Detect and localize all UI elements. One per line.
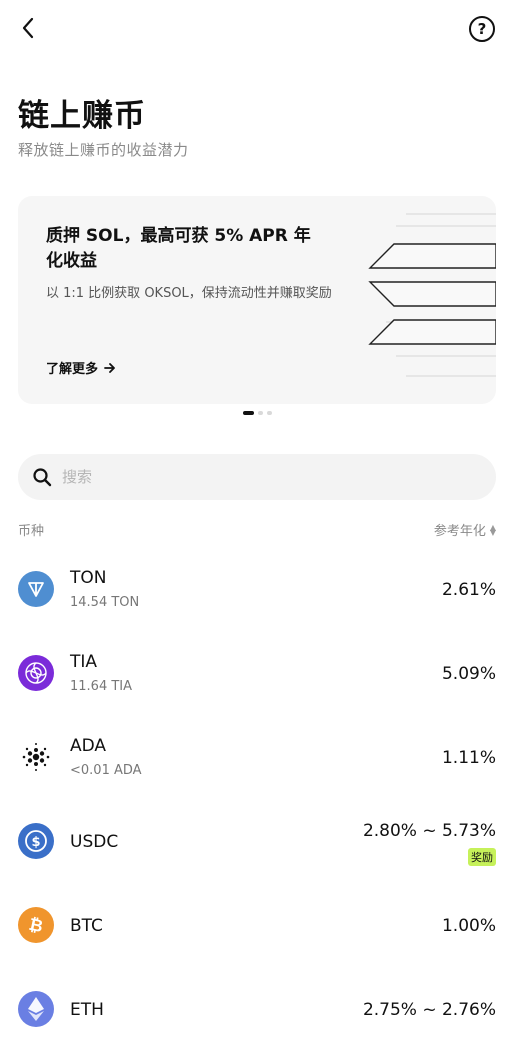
ada-icon: [18, 739, 54, 775]
carousel-dot[interactable]: [258, 411, 263, 415]
coin-apr: 1.00%: [441, 916, 496, 936]
coin-symbol: USDC: [70, 832, 119, 852]
sort-apr-button[interactable]: 参考年化 ▲ ▼: [434, 520, 496, 539]
carousel-dot-active[interactable]: [243, 411, 254, 415]
coin-apr: 1.11%: [441, 748, 496, 768]
arrow-right-icon: [104, 362, 115, 373]
learn-more-label: 了解更多: [46, 362, 99, 377]
help-button[interactable]: ?: [469, 16, 495, 42]
coin-row-ada[interactable]: ADA <0.01 ADA 1.11%: [18, 724, 496, 808]
search-input[interactable]: [62, 468, 462, 486]
top-bar: ?: [0, 0, 514, 60]
question-circle-icon: ?: [477, 19, 487, 38]
search-bar[interactable]: [18, 454, 496, 500]
chevron-left-icon: [22, 17, 34, 39]
sort-icon: ▲ ▼: [489, 522, 496, 537]
coin-apr: 2.80% ~ 5.73%: [362, 821, 496, 841]
learn-more-link[interactable]: 了解更多: [46, 358, 116, 377]
eth-icon: [18, 991, 54, 1027]
coin-row-tia[interactable]: TIA 11.64 TIA 5.09%: [18, 640, 496, 724]
coin-holding: <0.01 ADA: [70, 763, 142, 778]
banner-title: 质押 SOL，最高可获 5% APR 年化收益: [46, 226, 311, 271]
coin-symbol: ADA: [70, 736, 107, 756]
coin-row-usdc[interactable]: $ USDC 2.80% ~ 5.73% 奖励: [18, 808, 496, 892]
coin-holding: 11.64 TIA: [70, 679, 133, 694]
coin-symbol: BTC: [70, 916, 103, 936]
search-icon: [33, 468, 52, 487]
coin-row-btc[interactable]: ₿ BTC 1.00%: [18, 892, 496, 976]
coin-row-ton[interactable]: TON 14.54 TON 2.61%: [18, 556, 496, 640]
coin-apr: 5.09%: [441, 664, 496, 684]
list-header: 币种 参考年化 ▲ ▼: [18, 520, 496, 539]
banner-description: 以 1:1 比例获取 OKSOL，保持流动性并赚取奖励: [46, 286, 332, 301]
page-title: 链上赚币: [18, 98, 146, 134]
coin-holding: 14.54 TON: [70, 595, 140, 610]
coin-symbol: TON: [70, 568, 107, 588]
carousel-dot[interactable]: [267, 411, 272, 415]
tia-icon: [18, 655, 54, 691]
usdc-icon: $: [18, 823, 54, 859]
column-coin-label: 币种: [18, 524, 45, 539]
reward-badge: 奖励: [468, 848, 496, 866]
coin-apr: 2.75% ~ 2.76%: [362, 1000, 496, 1020]
promo-banner[interactable]: 质押 SOL，最高可获 5% APR 年化收益 以 1:1 比例获取 OKSOL…: [18, 196, 496, 404]
svg-text:₿: ₿: [27, 915, 45, 937]
coin-symbol: ETH: [70, 1000, 104, 1020]
coin-apr: 2.61%: [441, 580, 496, 600]
carousel-indicator: [243, 411, 272, 415]
solana-logo-art: [368, 213, 496, 377]
coin-row-eth[interactable]: ETH 2.75% ~ 2.76%: [18, 976, 496, 1043]
back-button[interactable]: [14, 14, 42, 42]
ton-icon: [18, 571, 54, 607]
column-apr-label: 参考年化: [433, 524, 486, 539]
svg-text:$: $: [31, 835, 40, 850]
page-subtitle: 释放链上赚币的收益潜力: [18, 141, 189, 159]
btc-icon: ₿: [18, 907, 54, 943]
coin-symbol: TIA: [70, 652, 98, 672]
